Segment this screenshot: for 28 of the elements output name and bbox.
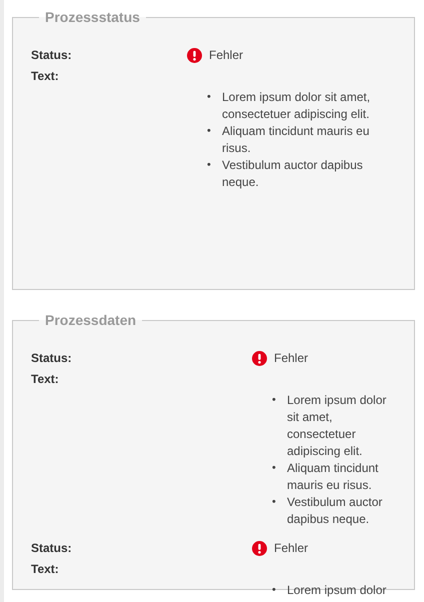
field-label: Status: [31, 350, 73, 366]
error-icon [252, 350, 267, 366]
status-text: Fehler [274, 350, 308, 366]
panel-title: Prozessdaten [44, 312, 138, 328]
bullet-mark: • [272, 461, 277, 476]
list-item: Lorem ipsum dolor sit amet, consectetuer adipiscing elit. [287, 392, 388, 460]
error-icon [187, 48, 202, 62]
field-label: Text: [31, 68, 60, 84]
list-item: Vestibulum auctor dapibus neque. [222, 157, 364, 191]
field-label: Text: [31, 561, 60, 577]
field-label: Status: [31, 540, 73, 556]
bullet-mark: • [207, 90, 212, 105]
field-label: Status: [31, 47, 73, 63]
list-item: Lorem ipsum dolor [287, 582, 388, 599]
field-label: Text: [31, 371, 60, 387]
bullet-mark: • [272, 583, 277, 598]
bullet-mark: • [272, 495, 277, 510]
list-item: Aliquam tincidunt mauris eu risus. [287, 460, 380, 494]
bullet-mark: • [207, 124, 212, 139]
list-item: Aliquam tincidunt mauris eu risus. [222, 123, 370, 157]
list-item: Lorem ipsum dolor sit amet, consectetuer adipiscing elit. [222, 89, 372, 123]
panel-title: Prozessstatus [44, 9, 141, 25]
status-text: Fehler [209, 47, 244, 63]
error-icon [252, 540, 267, 556]
list-item: Vestibulum auctor dapibus neque. [287, 494, 384, 528]
status-text: Fehler [274, 540, 308, 556]
bullet-mark: • [207, 158, 212, 173]
bullet-mark: • [272, 393, 277, 408]
